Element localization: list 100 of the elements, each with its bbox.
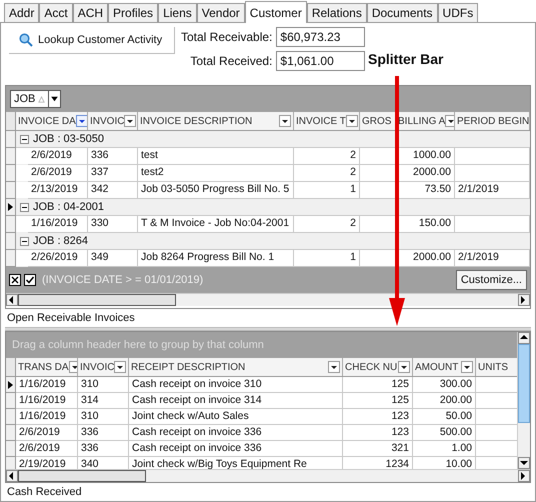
total-field[interactable]: $1,061.00 xyxy=(276,51,366,71)
table-cell: 336 xyxy=(78,425,129,441)
table-cell: 2/6/2019 xyxy=(28,165,88,182)
vertical-scrollbar[interactable] xyxy=(517,332,530,469)
row-selector[interactable] xyxy=(6,377,16,393)
group-chip[interactable]: JOB xyxy=(10,90,62,108)
table-cell: Cash receipt on invoice 314 xyxy=(129,393,343,409)
table-cell: 310 xyxy=(78,409,129,425)
column-header-label: INVOIC xyxy=(90,114,124,128)
scroll-down-icon[interactable] xyxy=(518,457,530,469)
tab[interactable]: Profiles xyxy=(108,3,158,22)
column-header[interactable]: CHECK NU xyxy=(343,358,413,376)
tab[interactable]: Vendor xyxy=(196,3,245,22)
table-cell: 200.00 xyxy=(413,393,476,409)
table-cell: 123 xyxy=(343,409,413,425)
search-icon xyxy=(19,33,33,47)
column-header-label: CHECK NU xyxy=(345,360,398,374)
group-row-label: JOB : 03-5050 xyxy=(33,132,104,147)
collapse-icon[interactable] xyxy=(20,236,29,246)
column-header-label: INVOICE DA xyxy=(18,114,76,128)
lookup-button[interactable]: Lookup Customer Activity xyxy=(9,27,175,54)
table-cell: 500.00 xyxy=(413,425,476,441)
group-row[interactable]: JOB : 04-2001 xyxy=(16,199,530,216)
total-field[interactable]: $60,973.23 xyxy=(276,27,366,47)
current-row-icon xyxy=(8,203,13,211)
table-cell: 314 xyxy=(78,393,129,409)
column-header[interactable]: INVOICE DESCRIPTION xyxy=(138,112,294,130)
column-header-label: INVOICE DESCRIPTION xyxy=(140,114,254,128)
scrollbar-thumb[interactable] xyxy=(18,294,176,306)
total-label: Total Receivable: xyxy=(181,29,272,46)
column-header[interactable]: BILLING A xyxy=(396,112,455,130)
current-row-icon xyxy=(8,380,13,388)
scroll-right-icon[interactable] xyxy=(518,294,530,306)
column-header[interactable]: RECEIPT DESCRIPTION xyxy=(129,358,343,376)
table-cell: 1.00 xyxy=(413,441,476,457)
grid-caption: Open Receivable Invoices xyxy=(6,310,136,326)
table-cell: 123 xyxy=(343,425,413,441)
sort-ascending-icon xyxy=(38,96,46,102)
scroll-left-icon[interactable] xyxy=(6,294,18,306)
group-row-label: JOB : 8264 xyxy=(33,234,88,249)
table-cell: 1/16/2019 xyxy=(16,393,78,409)
dropdown-arrow-icon[interactable] xyxy=(48,91,60,107)
table-cell: 2/6/2019 xyxy=(16,441,78,457)
table-cell: 337 xyxy=(88,165,138,182)
scrollbar-thumb[interactable] xyxy=(518,344,530,424)
table-cell: 50.00 xyxy=(413,409,476,425)
grid-caption: Cash Received xyxy=(6,484,83,500)
column-header[interactable]: INVOICE T xyxy=(294,112,360,130)
scroll-up-icon[interactable] xyxy=(518,332,530,344)
column-header[interactable]: GROS xyxy=(360,112,396,130)
filter-checkbox[interactable] xyxy=(24,274,36,286)
tab[interactable]: Addr xyxy=(4,3,40,22)
table-cell: 125 xyxy=(343,377,413,393)
tab[interactable]: UDFs xyxy=(438,3,478,22)
filter-text: (INVOICE DATE > = 01/01/2019) xyxy=(42,272,204,288)
row-selector[interactable] xyxy=(6,199,16,216)
collapse-icon[interactable] xyxy=(20,202,29,212)
table-cell: 1000.00 xyxy=(396,148,455,165)
collapse-icon[interactable] xyxy=(20,134,29,144)
horizontal-scrollbar[interactable] xyxy=(6,469,530,482)
tab[interactable]: Documents xyxy=(366,3,438,22)
tab[interactable]: ACH xyxy=(72,3,108,22)
column-header[interactable]: INVOIC xyxy=(88,112,138,130)
column-header[interactable]: INVOIC xyxy=(78,358,129,376)
table-cell: 2/6/2019 xyxy=(28,148,88,165)
table-cell: test2 xyxy=(138,165,294,182)
group-row[interactable]: JOB : 03-5050 xyxy=(16,131,530,148)
column-header-label: INVOIC xyxy=(80,360,114,374)
table-cell: 310 xyxy=(78,377,129,393)
customize-button[interactable]: Customize... xyxy=(456,270,527,290)
horizontal-scrollbar[interactable] xyxy=(6,293,530,306)
scrollbar-thumb[interactable] xyxy=(18,470,146,482)
table-cell: 1/16/2019 xyxy=(16,409,78,425)
table-cell: Cash receipt on invoice 336 xyxy=(129,441,343,457)
table-cell: 336 xyxy=(78,441,129,457)
scroll-left-icon[interactable] xyxy=(6,470,18,482)
table-cell: 2/6/2019 xyxy=(16,425,78,441)
table-cell: test xyxy=(138,148,294,165)
tab[interactable]: Liens xyxy=(158,3,197,22)
group-row-label: JOB : 04-2001 xyxy=(33,200,104,215)
column-header-label: TRANS DA xyxy=(18,360,69,374)
scroll-right-icon[interactable] xyxy=(518,470,530,482)
group-chip-label: JOB xyxy=(14,92,36,107)
table-cell: Cash receipt on invoice 336 xyxy=(129,425,343,441)
column-header-label: BILLING A xyxy=(398,114,446,128)
group-by-hint: Drag a column header here to group by that column xyxy=(12,338,264,353)
column-header[interactable]: AMOUNT xyxy=(413,358,476,376)
tab[interactable]: Customer xyxy=(244,1,307,23)
table-cell: 2 xyxy=(294,165,360,182)
tab[interactable]: Relations xyxy=(306,3,367,22)
column-header[interactable]: INVOICE DA xyxy=(16,112,88,130)
tab[interactable]: Acct xyxy=(39,3,73,22)
table-cell: Cash receipt on invoice 310 xyxy=(129,377,343,393)
close-icon[interactable] xyxy=(9,274,21,286)
group-row[interactable]: JOB : 8264 xyxy=(16,233,530,250)
column-header-label: AMOUNT xyxy=(415,360,460,374)
table-cell: 2 xyxy=(294,148,360,165)
column-header[interactable]: TRANS DA xyxy=(16,358,78,376)
column-header-label: GROS xyxy=(362,114,392,128)
annotation-label: Splitter Bar xyxy=(368,50,444,69)
